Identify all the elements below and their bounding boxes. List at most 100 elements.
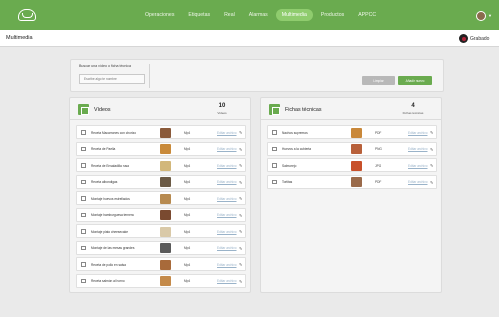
- pencil-icon[interactable]: ✎: [239, 180, 242, 185]
- pencil-icon[interactable]: ✎: [239, 213, 242, 218]
- row-checkbox[interactable]: [81, 245, 86, 250]
- pencil-icon[interactable]: ✎: [430, 163, 433, 168]
- item-name: Receta salmón al horno: [91, 279, 125, 283]
- list-item[interactable]: Receta Macarrones con chorizo Mp4 Editar a…: [76, 125, 246, 139]
- row-checkbox[interactable]: [81, 278, 86, 283]
- edit-file-link[interactable]: Editar archivo: [217, 246, 237, 250]
- item-name: Montaje plato cheesecake: [91, 229, 129, 234]
- row-checkbox[interactable]: [81, 179, 86, 184]
- user-avatar[interactable]: [476, 11, 486, 21]
- thumbnail-image: [160, 276, 171, 286]
- thumbnail-image: [351, 127, 362, 138]
- item-name: Receta de Paella: [91, 147, 116, 151]
- pencil-icon[interactable]: ✎: [239, 130, 242, 135]
- top-navigation-bar: Operaciones Etiquetas Real Alarmas Multimedi…: [0, 0, 499, 30]
- nav-item-real[interactable]: Real: [218, 9, 241, 21]
- nav-item-etiquetas[interactable]: Etiquetas: [182, 9, 216, 21]
- nav-item-operaciones[interactable]: Operaciones: [139, 9, 180, 21]
- row-checkbox[interactable]: [81, 262, 86, 267]
- page-title: Multimedia: [6, 35, 33, 41]
- nav-item-appcc[interactable]: APPCC: [352, 9, 382, 21]
- row-checkbox[interactable]: [81, 163, 86, 168]
- item-name: Receta de Ensaladilla rusa: [91, 163, 129, 168]
- thumbnail-image: [351, 160, 362, 171]
- list-item[interactable]: Receta de pollo en salsa Mp4 Editar archiv…: [76, 257, 246, 271]
- list-item[interactable]: Receta de Paella Mp4 Editar archivo ✎: [76, 141, 246, 156]
- pencil-icon[interactable]: ✎: [239, 163, 242, 168]
- edit-file-link[interactable]: Editar archivo: [217, 279, 237, 283]
- edit-file-link[interactable]: Editar archivo: [217, 164, 237, 168]
- row-checkbox[interactable]: [272, 163, 277, 168]
- list-item[interactable]: Receta salmón al horno Mp4 Editar archivo ✎: [76, 273, 246, 288]
- pencil-icon[interactable]: ✎: [239, 246, 242, 251]
- fichas-title: Fichas técnicas: [285, 107, 322, 113]
- document-icon: [269, 104, 280, 115]
- list-item[interactable]: Salmorejo JPG Editar archivo ✎: [267, 158, 437, 172]
- pencil-icon[interactable]: ✎: [239, 196, 242, 201]
- list-item[interactable]: Receta de Ensaladilla rusa Mp4 Editar arch…: [76, 158, 246, 172]
- pencil-icon[interactable]: ✎: [430, 147, 433, 152]
- list-item[interactable]: Montaje de las mesas grandes Mp4 Editar ar…: [76, 240, 246, 255]
- pencil-icon[interactable]: ✎: [239, 262, 242, 267]
- row-checkbox[interactable]: [81, 212, 86, 217]
- item-format: PNG: [375, 147, 382, 151]
- row-checkbox[interactable]: [272, 146, 277, 151]
- pencil-icon[interactable]: ✎: [239, 229, 242, 234]
- search-label: Buscar una vídeo o ficha técnica: [79, 64, 131, 68]
- item-format: Mp4: [184, 229, 191, 234]
- row-checkbox[interactable]: [81, 130, 86, 135]
- chevron-down-icon[interactable]: ▼: [488, 13, 492, 18]
- edit-file-link[interactable]: Editar archivo: [217, 131, 237, 135]
- list-item[interactable]: Nachos supremos PDF Editar archivo ✎: [267, 125, 437, 139]
- main-nav: Operaciones Etiquetas Real Alarmas Multimedi…: [139, 8, 384, 22]
- row-checkbox[interactable]: [272, 179, 277, 184]
- edit-file-link[interactable]: Editar archivo: [217, 213, 237, 217]
- item-format: Mp4: [184, 180, 191, 184]
- row-checkbox[interactable]: [81, 196, 86, 201]
- cloud-logo-icon[interactable]: [18, 9, 36, 21]
- nav-item-productos[interactable]: Productos: [315, 9, 350, 21]
- pencil-icon[interactable]: ✎: [239, 279, 242, 284]
- item-format: Mp4: [184, 163, 191, 168]
- list-item[interactable]: Huevos a la cubierta PNG Editar archivo ✎: [267, 141, 437, 156]
- item-name: Salmorejo: [282, 163, 297, 168]
- add-new-button[interactable]: Añadir nuevo: [398, 76, 432, 85]
- videos-title: Vídeos: [94, 107, 111, 113]
- nav-item-alarmas[interactable]: Alarmas: [243, 9, 274, 21]
- search-input[interactable]: [79, 74, 145, 84]
- edit-file-link[interactable]: Editar archivo: [408, 180, 428, 184]
- fichas-list: Nachos supremos PDF Editar archivo ✎ Huevos …: [267, 125, 437, 191]
- thumbnail-image: [160, 193, 171, 204]
- edit-file-link[interactable]: Editar archivo: [217, 147, 237, 151]
- edit-file-link[interactable]: Editar archivo: [408, 147, 428, 151]
- edit-file-link[interactable]: Editar archivo: [217, 263, 237, 267]
- list-item[interactable]: Montaje plato cheesecake Mp4 Editar archiv…: [76, 224, 246, 238]
- list-item[interactable]: Receta albondigas Mp4 Editar archivo ✎: [76, 174, 246, 189]
- record-icon[interactable]: [459, 34, 468, 43]
- search-card: Buscar una vídeo o ficha técnica Limpiar…: [70, 59, 444, 92]
- edit-file-link[interactable]: Editar archivo: [217, 180, 237, 184]
- thumbnail-image: [160, 226, 171, 237]
- row-checkbox[interactable]: [81, 229, 86, 234]
- pencil-icon[interactable]: ✎: [239, 147, 242, 152]
- item-name: Receta Macarrones con chorizo: [91, 130, 137, 135]
- pencil-icon[interactable]: ✎: [430, 180, 433, 185]
- edit-file-link[interactable]: Editar archivo: [217, 197, 237, 201]
- edit-file-link[interactable]: Editar archivo: [217, 230, 237, 234]
- list-item[interactable]: Montaje hamburguesa ternera Mp4 Editar arc…: [76, 207, 246, 222]
- pencil-icon[interactable]: ✎: [430, 130, 433, 135]
- edit-file-link[interactable]: Editar archivo: [408, 164, 428, 168]
- clear-button[interactable]: Limpiar: [362, 76, 395, 85]
- edit-file-link[interactable]: Editar archivo: [408, 131, 428, 135]
- item-name: Tortitas: [282, 180, 293, 184]
- item-format: PDF: [375, 130, 382, 135]
- nav-item-multimedia[interactable]: Multimedia: [275, 9, 313, 21]
- thumbnail-image: [160, 127, 171, 138]
- record-label[interactable]: Grabado: [470, 36, 489, 42]
- row-checkbox[interactable]: [272, 130, 277, 135]
- thumbnail-image: [351, 144, 362, 154]
- list-item[interactable]: Montaje huevos estrellados Mp4 Editar arch…: [76, 191, 246, 205]
- row-checkbox[interactable]: [81, 146, 86, 151]
- list-item[interactable]: Tortitas PDF Editar archivo ✎: [267, 174, 437, 189]
- item-format: Mp4: [184, 196, 191, 201]
